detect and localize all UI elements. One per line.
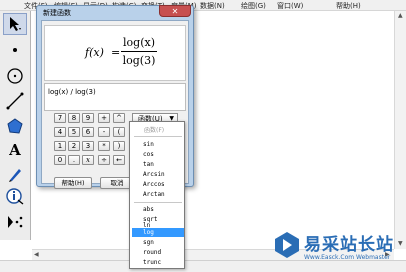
key-5[interactable]: 5 (68, 127, 80, 137)
text-icon: A (9, 141, 21, 159)
menu-item-abs[interactable]: abs (143, 206, 154, 213)
menu-item-round[interactable]: round (143, 249, 161, 256)
menu-item-cos[interactable]: cos (143, 151, 154, 158)
key-backspace[interactable]: ← (113, 155, 125, 165)
menu-item-trunc[interactable]: trunc (143, 259, 161, 266)
toolbox: A (0, 11, 31, 240)
menu-item-tan[interactable]: tan (143, 161, 154, 168)
custom-tools-icon (8, 216, 23, 228)
key-4[interactable]: 4 (54, 127, 66, 137)
formula-preview: f(x) = log(x) log(3) (44, 25, 186, 81)
menu-separator (134, 202, 182, 203)
dialog-title: 新建函数 (43, 9, 71, 17)
menu-selection-highlight (132, 228, 184, 237)
polygon-tool[interactable] (3, 115, 27, 137)
key-power[interactable]: ^ (113, 113, 125, 123)
key-divide[interactable]: ÷ (98, 155, 110, 165)
marker-pen-icon (9, 169, 21, 182)
marker-tool[interactable] (3, 163, 27, 185)
watermark-name: 易采站长站 (304, 235, 394, 255)
menu-help[interactable]: 帮助(H) (336, 1, 361, 11)
scroll-left-icon[interactable]: ◀ (34, 251, 39, 258)
key-minus[interactable]: - (98, 127, 110, 137)
key-close-paren[interactable]: ) (113, 141, 125, 151)
key-1[interactable]: 1 (54, 141, 66, 151)
function-menu: 函数(F) sin cos tan Arcsin Arccos Arctan a… (129, 121, 185, 269)
point-tool[interactable] (3, 39, 27, 61)
key-multiply[interactable]: * (98, 141, 110, 151)
information-tool[interactable] (3, 186, 27, 208)
menu-window[interactable]: 窗口(W) (277, 1, 303, 11)
function-menu-header: 函数(F) (144, 127, 165, 134)
expression-text: log(x) / log(3) (48, 88, 96, 96)
close-icon: ✕ (171, 7, 179, 16)
key-3[interactable]: 3 (82, 141, 94, 151)
key-7[interactable]: 7 (54, 113, 66, 123)
expression-input[interactable]: log(x) / log(3) (44, 83, 186, 111)
menu-separator (134, 136, 182, 137)
formula-numerator: log(x) (123, 36, 155, 49)
function-name: f(x) (85, 46, 104, 59)
key-decimal[interactable]: . (68, 155, 80, 165)
line-segment-icon (6, 92, 24, 110)
key-0[interactable]: 0 (54, 155, 66, 165)
vertical-scrollbar[interactable]: ▲ ▼ (394, 11, 406, 249)
key-2[interactable]: 2 (68, 141, 80, 151)
formula-denominator: log(3) (122, 54, 156, 67)
menu-item-sin[interactable]: sin (143, 141, 154, 148)
key-open-paren[interactable]: ( (113, 127, 125, 137)
key-6[interactable]: 6 (82, 127, 94, 137)
info-icon (6, 188, 24, 205)
equals-sign: = (111, 46, 121, 59)
polygon-icon (7, 118, 23, 134)
text-tool[interactable]: A (3, 139, 27, 161)
key-x[interactable]: x (82, 155, 94, 165)
help-button[interactable]: 帮助(H) (54, 177, 92, 189)
key-9[interactable]: 9 (82, 113, 94, 123)
watermark: 易采站长站 Www.Easck.Com Webmaster (274, 229, 406, 272)
close-button[interactable]: ✕ (159, 5, 191, 17)
straightedge-tool[interactable] (3, 90, 27, 112)
menu-item-sgn[interactable]: sgn (143, 239, 154, 246)
selection-arrow-tool[interactable] (3, 13, 27, 35)
custom-tools[interactable] (3, 211, 27, 233)
key-plus[interactable]: + (98, 113, 110, 123)
menu-item-arcsin[interactable]: Arcsin (143, 171, 165, 178)
circle-icon (7, 68, 23, 84)
compass-tool[interactable] (3, 65, 27, 87)
watermark-logo-icon (275, 232, 299, 258)
menu-item-arctan[interactable]: Arctan (143, 191, 165, 198)
menu-graph[interactable]: 绘图(G) (241, 1, 266, 11)
scroll-up-icon[interactable]: ▲ (398, 12, 403, 19)
fraction-bar (121, 51, 157, 52)
point-icon (13, 48, 17, 52)
key-8[interactable]: 8 (68, 113, 80, 123)
arrow-icon (10, 17, 21, 31)
menu-item-arccos[interactable]: Arccos (143, 181, 165, 188)
menu-item-log[interactable]: log (143, 229, 154, 236)
menu-data[interactable]: 数据(N) (200, 1, 225, 11)
watermark-url: Www.Easck.Com Webmaster (304, 254, 391, 261)
